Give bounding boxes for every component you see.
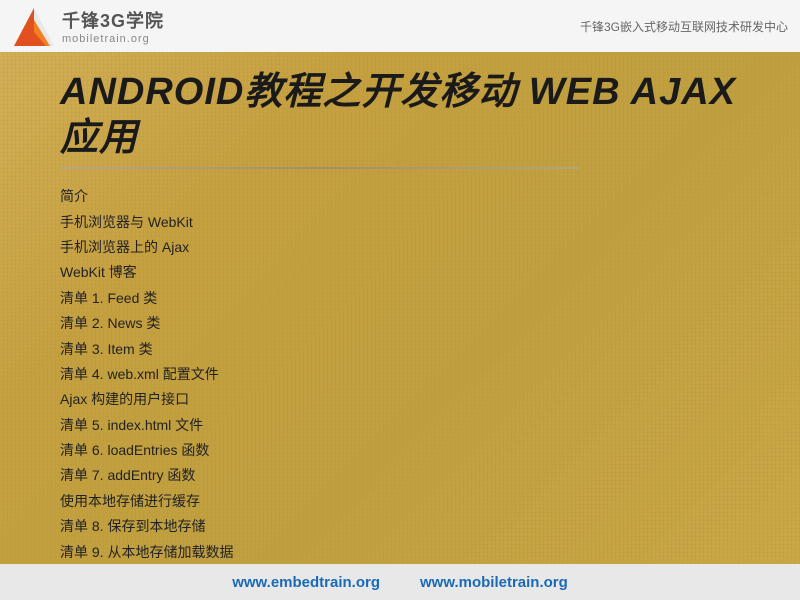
- list-item: 手机浏览器与 WebKit: [60, 211, 740, 233]
- list-item: 清单 8. 保存到本地存储: [60, 515, 740, 537]
- logo-area: 千锋3G学院 mobiletrain.org: [12, 4, 164, 48]
- footer-link-mobile[interactable]: www.mobiletrain.org: [420, 574, 568, 591]
- title-underline: [60, 167, 580, 169]
- main-content: ANDROID教程之开发移动 WEB AJAX 应用 简介手机浏览器与 WebK…: [0, 52, 800, 598]
- list-item: WebKit 博客: [60, 261, 740, 283]
- logo-subtitle: mobiletrain.org: [62, 33, 164, 45]
- title-line2: 应用: [60, 117, 138, 159]
- logo-icon: [12, 4, 56, 48]
- list-item: 清单 3. Item 类: [60, 338, 740, 360]
- header-right: 千锋3G嵌入式移动互联网技术研发中心: [580, 18, 788, 35]
- content-list: 简介手机浏览器与 WebKit 手机浏览器上的 Ajax WebKit 博客清单 1…: [60, 185, 740, 588]
- header: 千锋3G学院 mobiletrain.org 千锋3G嵌入式移动互联网技术研发中…: [0, 0, 800, 52]
- list-item: 清单 5. index.html 文件: [60, 414, 740, 436]
- list-item: Ajax 构建的用户接口: [60, 388, 740, 410]
- footer-link-embed[interactable]: www.embedtrain.org: [232, 574, 380, 591]
- list-item: 清单 9. 从本地存储加载数据: [60, 541, 740, 563]
- list-item: 清单 4. web.xml 配置文件: [60, 363, 740, 385]
- logo-text-area: 千锋3G学院 mobiletrain.org: [62, 7, 164, 45]
- list-item: 清单 7. addEntry 函数: [60, 464, 740, 486]
- list-item: 手机浏览器上的 Ajax: [60, 236, 740, 258]
- list-item: 清单 1. Feed 类: [60, 287, 740, 309]
- title-line1: ANDROID教程之开发移动 WEB AJAX: [60, 71, 736, 113]
- list-item: 使用本地存储进行缓存: [60, 490, 740, 512]
- logo-title: 千锋3G学院: [62, 7, 164, 33]
- page-title: ANDROID教程之开发移动 WEB AJAX 应用: [60, 70, 740, 161]
- list-item: 简介: [60, 185, 740, 207]
- footer: www.embedtrain.org www.mobiletrain.org: [0, 564, 800, 600]
- list-item: 清单 2. News 类: [60, 312, 740, 334]
- list-item: 清单 6. loadEntries 函数: [60, 439, 740, 461]
